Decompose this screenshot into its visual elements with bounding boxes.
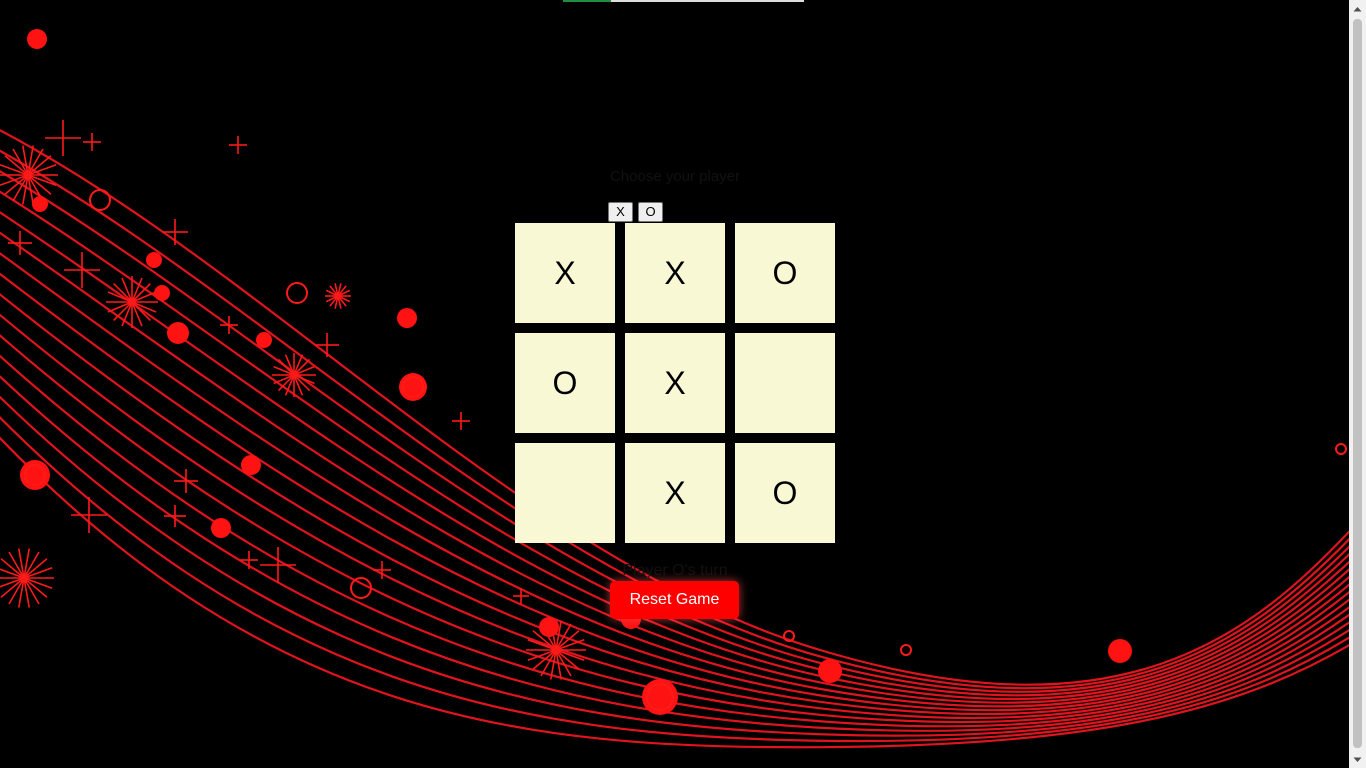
solid-dot	[256, 332, 272, 348]
starburst	[315, 333, 339, 357]
top-progress-fill	[563, 0, 612, 2]
solid-dot	[154, 285, 170, 301]
starburst	[325, 283, 351, 309]
starburst	[71, 497, 107, 533]
starburst	[45, 120, 81, 156]
starburst	[106, 276, 158, 328]
ring-dot	[900, 644, 912, 656]
starburst	[83, 133, 101, 151]
solid-dot	[211, 518, 231, 538]
choose-x-button[interactable]: X	[608, 202, 633, 222]
reset-game-button[interactable]: Reset Game	[610, 581, 739, 619]
board-cell-2[interactable]: X	[625, 223, 725, 323]
solid-dot	[818, 659, 842, 683]
starburst	[162, 219, 188, 245]
solid-dot	[1108, 639, 1132, 663]
board-cell-8[interactable]: X	[625, 443, 725, 543]
starburst	[0, 548, 54, 608]
starburst	[240, 551, 258, 569]
starburst	[272, 353, 316, 397]
board-cell-9[interactable]: O	[735, 443, 835, 543]
choose-player-label: Choose your player	[609, 168, 741, 185]
scrollbar-thumb[interactable]	[1353, 19, 1362, 748]
solid-dot	[397, 308, 417, 328]
starburst	[8, 231, 32, 255]
game-board: X X O O X X O	[515, 223, 835, 543]
board-cell-4[interactable]: O	[515, 333, 615, 433]
ring-dot	[286, 282, 308, 304]
starburst	[452, 412, 470, 430]
board-cell-6[interactable]	[735, 333, 835, 433]
solid-dot	[27, 29, 47, 49]
board-cell-7[interactable]	[515, 443, 615, 543]
ring-dot	[1335, 443, 1347, 455]
solid-dot	[167, 322, 189, 344]
solid-dot	[146, 252, 162, 268]
chevron-down-icon[interactable]	[1349, 751, 1366, 768]
solid-dot	[32, 196, 48, 212]
vertical-scrollbar[interactable]	[1349, 0, 1366, 768]
board-cell-5[interactable]: X	[625, 333, 725, 433]
chevron-up-icon[interactable]	[1349, 0, 1366, 17]
ring-dot	[89, 189, 111, 211]
board-cell-1[interactable]: X	[515, 223, 615, 323]
board-cell-3[interactable]: O	[735, 223, 835, 323]
turn-status: Player O's turn	[622, 562, 728, 579]
starburst	[0, 145, 58, 205]
top-progress-bar	[563, 0, 804, 2]
solid-dot	[539, 617, 559, 637]
choose-o-button[interactable]: O	[638, 202, 663, 222]
solid-dot	[241, 455, 261, 475]
starburst	[229, 136, 247, 154]
